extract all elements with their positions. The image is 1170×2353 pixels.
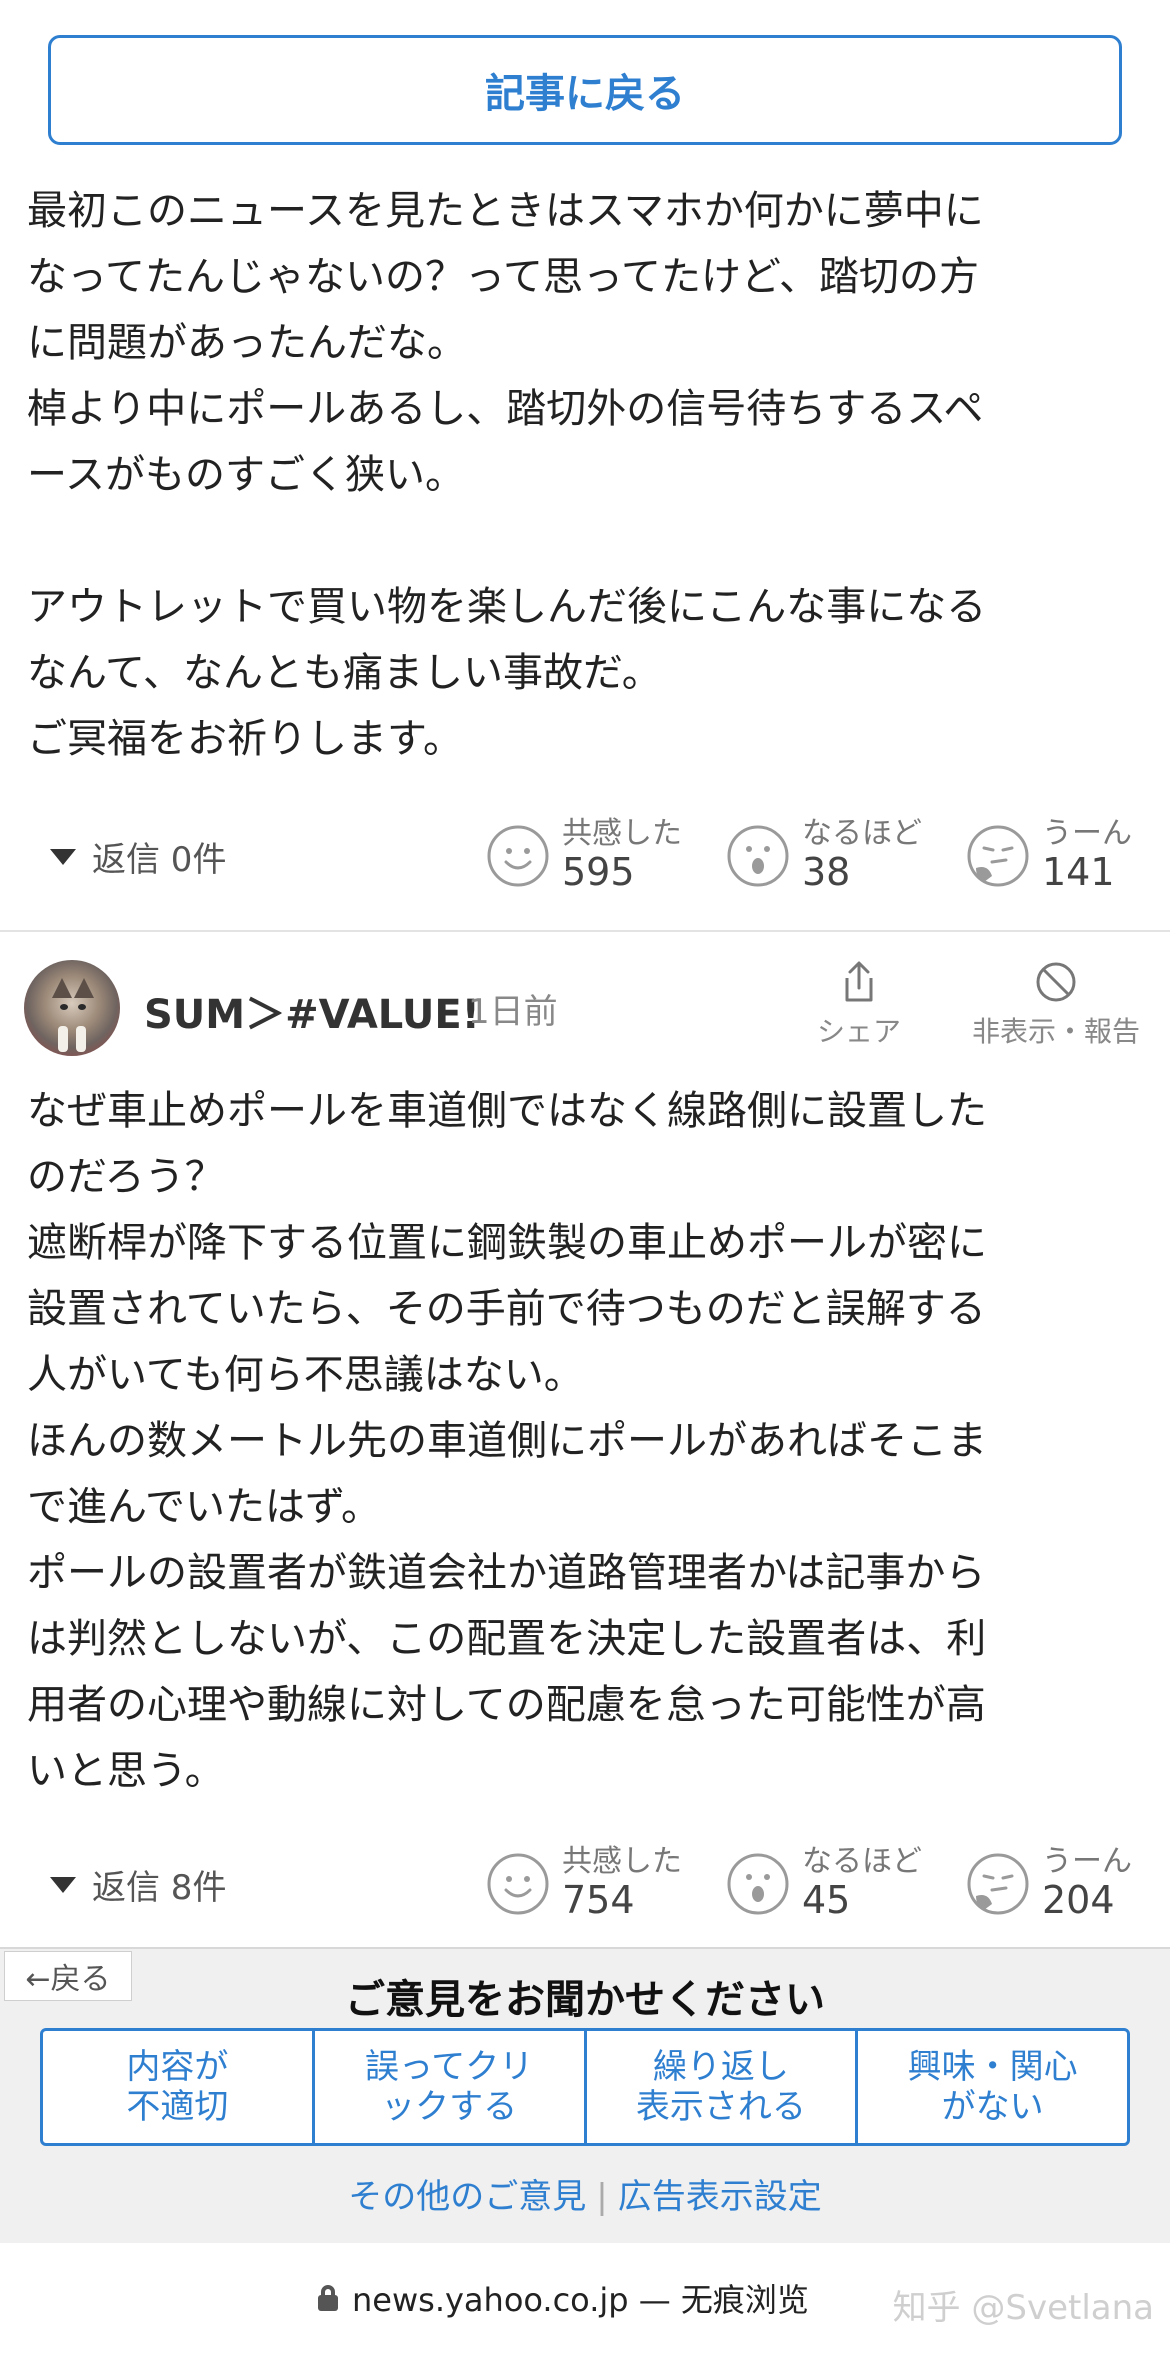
block-icon bbox=[1036, 962, 1076, 1002]
survey-links: その他のご意見 | 広告表示設定 bbox=[0, 2169, 1170, 2218]
watermark: 知乎 @Svetlana bbox=[892, 2288, 1154, 2328]
comment-divider bbox=[0, 930, 1170, 932]
link-separator: | bbox=[596, 2177, 608, 2217]
smile-face-icon bbox=[487, 1853, 549, 1915]
thinking-face-icon bbox=[967, 1853, 1029, 1915]
survey-title: ご意見をお聞かせください bbox=[345, 1977, 825, 2023]
ad-settings-link[interactable]: 広告表示設定 bbox=[618, 2177, 822, 2217]
reaction-count: 141 bbox=[1042, 850, 1115, 894]
comment-body: 最初このニュースを見たときはスマホか何かに夢中に なってたんじゃないの？って思っ… bbox=[27, 188, 987, 762]
reaction-label: うーん bbox=[1042, 816, 1132, 851]
reaction-label: なるほど bbox=[802, 1844, 922, 1879]
survey-option-misclick[interactable]: 誤ってクリ ックする bbox=[315, 2031, 587, 2143]
caret-down-icon bbox=[50, 1876, 76, 1893]
reaction-count: 754 bbox=[562, 1878, 635, 1922]
replies-toggle[interactable]: 返信 8件 bbox=[50, 1860, 226, 1909]
reaction-label: 共感した bbox=[562, 1844, 682, 1879]
smile-face-icon bbox=[487, 825, 549, 887]
comment-body: なぜ車止めポールを車道側ではなく線路側に設置した のだろう？ 遮断桿が降下する位… bbox=[27, 1088, 987, 1794]
replies-label: 返信 0件 bbox=[92, 840, 227, 880]
thinking-face-icon bbox=[967, 825, 1029, 887]
reaction-label: 共感した bbox=[562, 816, 682, 851]
survey-option-repeated[interactable]: 繰り返し 表示される bbox=[587, 2031, 859, 2143]
reaction-label: なるほど bbox=[802, 816, 922, 851]
feedback-survey: ←戻る ご意見をお聞かせください 内容が 不適切 誤ってクリ ックする 繰り返し… bbox=[0, 1947, 1170, 2243]
hide-report-label: 非表示・報告 bbox=[971, 1015, 1140, 1048]
comment-time: 1日前 bbox=[468, 992, 558, 1032]
avatar[interactable] bbox=[24, 960, 120, 1056]
surprised-face-icon bbox=[727, 825, 789, 887]
reaction-count: 38 bbox=[802, 850, 851, 894]
share-button[interactable]: シェア bbox=[814, 960, 904, 1050]
url-text: news.yahoo.co.jp — 无痕浏览 bbox=[352, 2281, 809, 2319]
survey-options: 内容が 不適切 誤ってクリ ックする 繰り返し 表示される 興味・関心 がない bbox=[40, 2028, 1130, 2146]
replies-toggle[interactable]: 返信 0件 bbox=[50, 832, 226, 881]
share-icon bbox=[845, 961, 873, 1002]
caret-down-icon bbox=[50, 848, 76, 865]
reaction-row: 返信 8件 共感した 754 なるほど 45 うーん 204 bbox=[0, 1836, 1170, 1956]
back-to-article-button[interactable]: 記事に戻る bbox=[48, 35, 1122, 145]
lock-icon bbox=[318, 2285, 338, 2311]
share-label: シェア bbox=[816, 1015, 901, 1048]
surprised-face-icon bbox=[727, 1853, 789, 1915]
reaction-count: 595 bbox=[562, 850, 635, 894]
comment-author[interactable]: SUM＞#VALUE! bbox=[144, 982, 480, 1040]
reaction-count: 45 bbox=[802, 1878, 851, 1922]
reaction-label: うーん bbox=[1042, 1844, 1132, 1879]
replies-label: 返信 8件 bbox=[92, 1868, 227, 1908]
survey-option-not-interested[interactable]: 興味・関心 がない bbox=[858, 2031, 1127, 2143]
hide-report-button[interactable]: 非表示・報告 bbox=[966, 960, 1146, 1050]
survey-option-inappropriate[interactable]: 内容が 不適切 bbox=[43, 2031, 315, 2143]
other-feedback-link[interactable]: その他のご意見 bbox=[348, 2177, 586, 2217]
reaction-row: 返信 0件 共感した 595 なるほど 38 うーん 141 bbox=[0, 808, 1170, 928]
reaction-count: 204 bbox=[1042, 1878, 1115, 1922]
